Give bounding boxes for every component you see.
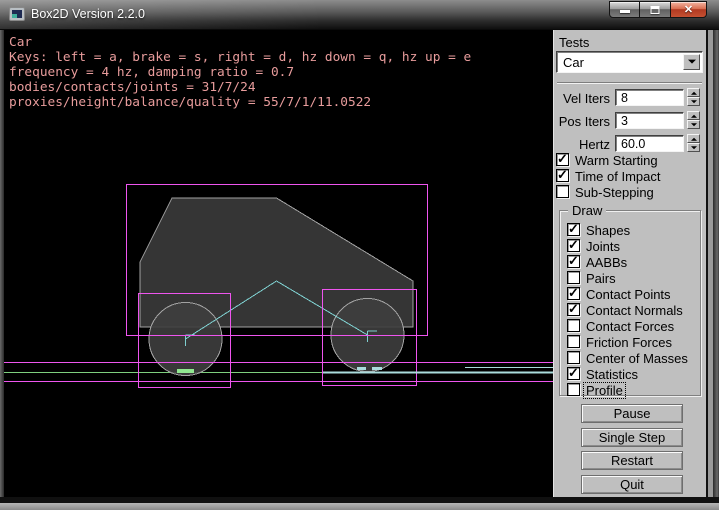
contact-point-persist-1 bbox=[357, 367, 366, 370]
chevron-down-icon bbox=[688, 60, 696, 68]
window-border-right bbox=[713, 30, 719, 503]
checkbox-icon bbox=[567, 319, 580, 332]
control-panel: Tests Car Vel Iters 8 Pos Iters 3 bbox=[553, 30, 706, 497]
hertz-row: Hertz 60.0 bbox=[554, 135, 707, 153]
separator bbox=[557, 82, 702, 84]
contact-point-add bbox=[177, 369, 194, 373]
hertz-input[interactable]: 60.0 bbox=[615, 135, 684, 152]
vel-iters-input[interactable]: 8 bbox=[615, 89, 684, 106]
vel-iters-row: Vel Iters 8 bbox=[554, 89, 707, 107]
vel-iters-spinner bbox=[687, 88, 700, 107]
quit-button[interactable]: Quit bbox=[581, 475, 683, 494]
checkbox-icon bbox=[567, 335, 580, 348]
maximize-button[interactable] bbox=[640, 1, 670, 18]
window-border-bottom-edge bbox=[0, 503, 719, 510]
app-icon bbox=[9, 7, 25, 21]
arrow-up-icon bbox=[691, 88, 697, 94]
checkbox-icon bbox=[567, 223, 580, 236]
checkbox-icon bbox=[567, 351, 580, 364]
draw-group-label: Draw bbox=[568, 203, 606, 218]
window-title: Box2D Version 2.2.0 bbox=[31, 7, 145, 21]
checkbox-icon bbox=[556, 153, 569, 166]
hertz-label: Hertz bbox=[554, 137, 610, 152]
vel-iters-label: Vel Iters bbox=[554, 91, 610, 106]
checkbox-icon bbox=[556, 169, 569, 182]
tests-dropdown[interactable]: Car bbox=[556, 51, 703, 73]
panel-edge bbox=[706, 30, 713, 497]
minimize-icon bbox=[620, 10, 630, 13]
arrow-down-icon bbox=[691, 123, 697, 129]
pos-iters-label: Pos Iters bbox=[554, 114, 610, 129]
arrow-down-icon bbox=[691, 146, 697, 152]
checkbox-icon bbox=[567, 367, 580, 380]
stats-line-frequency: frequency = 4 hz, damping ratio = 0.7 bbox=[9, 65, 294, 80]
arrow-down-icon bbox=[691, 100, 697, 106]
checkbox-icon bbox=[567, 255, 580, 268]
pos-iters-up-button[interactable] bbox=[687, 111, 700, 120]
caption-buttons: ✕ bbox=[609, 1, 707, 19]
tests-dropdown-value: Car bbox=[563, 55, 584, 70]
single-step-button[interactable]: Single Step bbox=[581, 428, 683, 447]
stats-line-bodies: bodies/contacts/joints = 31/7/24 bbox=[9, 80, 256, 95]
tests-label: Tests bbox=[559, 35, 589, 50]
minimize-button[interactable] bbox=[609, 1, 640, 18]
vel-iters-down-button[interactable] bbox=[687, 97, 700, 106]
stats-line-keys: Keys: left = a, brake = s, right = d, hz… bbox=[9, 50, 471, 65]
close-icon: ✕ bbox=[671, 3, 706, 16]
close-button[interactable]: ✕ bbox=[670, 1, 707, 18]
pos-iters-spinner bbox=[687, 111, 700, 130]
pos-iters-row: Pos Iters 3 bbox=[554, 112, 707, 130]
hertz-down-button[interactable] bbox=[687, 143, 700, 152]
vel-iters-up-button[interactable] bbox=[687, 88, 700, 97]
hertz-up-button[interactable] bbox=[687, 134, 700, 143]
checkbox-icon bbox=[567, 239, 580, 252]
pos-iters-input[interactable]: 3 bbox=[615, 112, 684, 129]
checkbox-icon bbox=[567, 383, 580, 396]
pause-button[interactable]: Pause bbox=[581, 404, 683, 423]
arrow-up-icon bbox=[691, 134, 697, 140]
checkbox-icon bbox=[567, 303, 580, 316]
contact-point-persist-2 bbox=[372, 367, 382, 370]
hertz-spinner bbox=[687, 134, 700, 153]
pos-iters-down-button[interactable] bbox=[687, 120, 700, 129]
stats-line-proxies: proxies/height/balance/quality = 55/7/1/… bbox=[9, 95, 371, 110]
simulation-viewport[interactable]: Car Keys: left = a, brake = s, right = d… bbox=[4, 30, 553, 497]
maximize-icon bbox=[651, 6, 660, 14]
restart-button[interactable]: Restart bbox=[581, 451, 683, 470]
checkbox-icon bbox=[556, 185, 569, 198]
checkbox-icon bbox=[567, 271, 580, 284]
box2d-testbed-window: Box2D Version 2.2.0 ✕ bbox=[0, 0, 719, 510]
stats-line-title: Car bbox=[9, 35, 32, 50]
arrow-up-icon bbox=[691, 111, 697, 117]
draw-group: Draw Shapes Joints AABBs Pairs Contact P… bbox=[559, 210, 701, 396]
tests-dropdown-button[interactable] bbox=[683, 54, 700, 70]
title-bar[interactable]: Box2D Version 2.2.0 ✕ bbox=[0, 0, 719, 30]
checkbox-icon bbox=[567, 287, 580, 300]
